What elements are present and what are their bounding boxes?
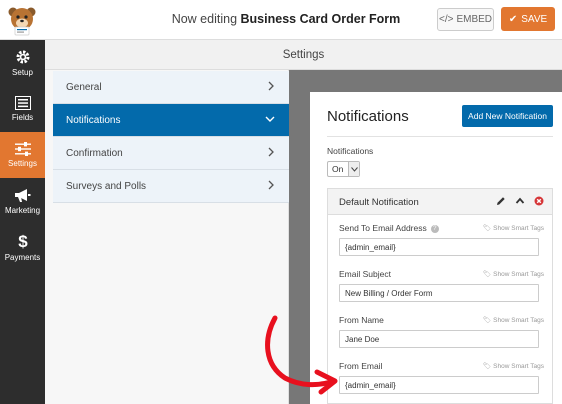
delete-icon[interactable] bbox=[534, 196, 544, 206]
sidebar-item-fields[interactable]: Fields bbox=[0, 86, 45, 132]
fields-list-icon bbox=[14, 96, 31, 110]
settings-header: Settings bbox=[45, 40, 562, 70]
sidebar-item-setup[interactable]: Setup bbox=[0, 40, 45, 86]
notifications-panel: Notifications Add New Notification Notif… bbox=[310, 92, 562, 404]
menu-item-notifications[interactable]: Notifications bbox=[53, 104, 289, 137]
menu-item-label: Confirmation bbox=[66, 147, 123, 159]
email-subject-label: Email Subject bbox=[339, 269, 391, 279]
settings-menu: General Notifications Confirmation Surve… bbox=[45, 70, 289, 404]
tag-icon: 🏷 bbox=[482, 271, 492, 278]
from-email-label: From Email bbox=[339, 361, 383, 371]
dollar-icon: $ bbox=[18, 233, 28, 250]
annotation-arrow-icon bbox=[265, 315, 338, 395]
chevron-down-icon bbox=[265, 116, 275, 122]
help-icon[interactable]: ? bbox=[430, 224, 439, 233]
chevron-right-icon bbox=[268, 81, 274, 91]
sliders-icon bbox=[14, 142, 31, 156]
send-to-email-label-text: Send To Email Address bbox=[339, 223, 427, 233]
email-subject-input[interactable]: New Billing / Order Form bbox=[339, 284, 539, 302]
form-name: Business Card Order Form bbox=[240, 12, 401, 26]
tag-icon: 🏷 bbox=[482, 225, 492, 232]
sidebar-label: Marketing bbox=[4, 205, 41, 215]
code-icon: </> bbox=[438, 14, 454, 25]
from-name-input[interactable]: Jane Doe bbox=[339, 330, 539, 348]
embed-label: EMBED bbox=[456, 14, 493, 25]
sidebar-label: Settings bbox=[8, 159, 37, 168]
editing-prefix: Now editing bbox=[171, 12, 238, 26]
panel-title: Notifications bbox=[327, 108, 409, 125]
svg-text:$: $ bbox=[18, 233, 28, 250]
gear-icon bbox=[16, 50, 29, 64]
add-new-notification-button[interactable]: Add New Notification bbox=[462, 105, 553, 127]
chevron-up-icon[interactable] bbox=[515, 196, 525, 206]
embed-button[interactable]: </> EMBED bbox=[437, 8, 494, 31]
default-notification-box: Default Notification Send To Email Addre… bbox=[327, 188, 553, 404]
chevron-right-icon bbox=[268, 180, 274, 190]
sidebar-label: Fields bbox=[11, 113, 34, 122]
tag-icon: 🏷 bbox=[482, 363, 492, 370]
sidebar-label: Payments bbox=[4, 252, 41, 262]
show-smart-tags-link[interactable]: 🏷 Show Smart Tags bbox=[482, 316, 544, 325]
smart-tags-text: Show Smart Tags bbox=[493, 316, 544, 324]
menu-item-label: Notifications bbox=[66, 114, 121, 126]
from-name-label: From Name bbox=[339, 315, 384, 325]
save-button[interactable]: ✔ SAVE bbox=[501, 7, 555, 31]
menu-item-confirmation[interactable]: Confirmation bbox=[53, 137, 289, 170]
save-label: SAVE bbox=[521, 13, 548, 25]
notification-actions bbox=[496, 196, 544, 206]
select-arrow-icon bbox=[348, 162, 359, 176]
divider bbox=[327, 136, 553, 137]
menu-item-surveys-polls[interactable]: Surveys and Polls bbox=[53, 170, 289, 203]
builder-sidebar: Setup Fields Settings Marketing $ Paymen… bbox=[0, 40, 45, 404]
default-notification-title: Default Notification bbox=[339, 197, 419, 208]
smart-tags-text: Show Smart Tags bbox=[493, 270, 544, 278]
menu-item-label: General bbox=[66, 81, 102, 93]
default-notification-header: Default Notification bbox=[328, 189, 552, 215]
top-bar: Now editing Business Card Order Form </>… bbox=[0, 0, 562, 40]
smart-tags-text: Show Smart Tags bbox=[493, 224, 544, 232]
sidebar-item-payments[interactable]: $ Payments bbox=[0, 224, 45, 270]
show-smart-tags-link[interactable]: 🏷 Show Smart Tags bbox=[482, 270, 544, 279]
sidebar-label: Setup bbox=[12, 68, 33, 77]
from-email-input[interactable]: {admin_email} bbox=[339, 376, 539, 394]
show-smart-tags-link[interactable]: 🏷 Show Smart Tags bbox=[482, 224, 544, 233]
send-to-email-label: Send To Email Address? bbox=[339, 223, 439, 233]
smart-tags-text: Show Smart Tags bbox=[493, 362, 544, 370]
sidebar-item-settings[interactable]: Settings bbox=[0, 132, 45, 178]
notifications-select-value: On bbox=[332, 164, 344, 174]
tag-icon: 🏷 bbox=[482, 317, 492, 324]
menu-item-general[interactable]: General bbox=[53, 71, 289, 104]
chevron-right-icon bbox=[268, 147, 274, 157]
pencil-icon[interactable] bbox=[496, 196, 506, 206]
checkmark-icon: ✔ bbox=[508, 13, 518, 25]
show-smart-tags-link[interactable]: 🏷 Show Smart Tags bbox=[482, 362, 544, 371]
notifications-toggle-label: Notifications bbox=[327, 146, 374, 156]
send-to-email-input[interactable]: {admin_email} bbox=[339, 238, 539, 256]
menu-item-label: Surveys and Polls bbox=[66, 180, 147, 192]
sidebar-item-marketing[interactable]: Marketing bbox=[0, 178, 45, 224]
megaphone-icon bbox=[15, 188, 31, 202]
notifications-select[interactable]: On bbox=[327, 161, 360, 177]
